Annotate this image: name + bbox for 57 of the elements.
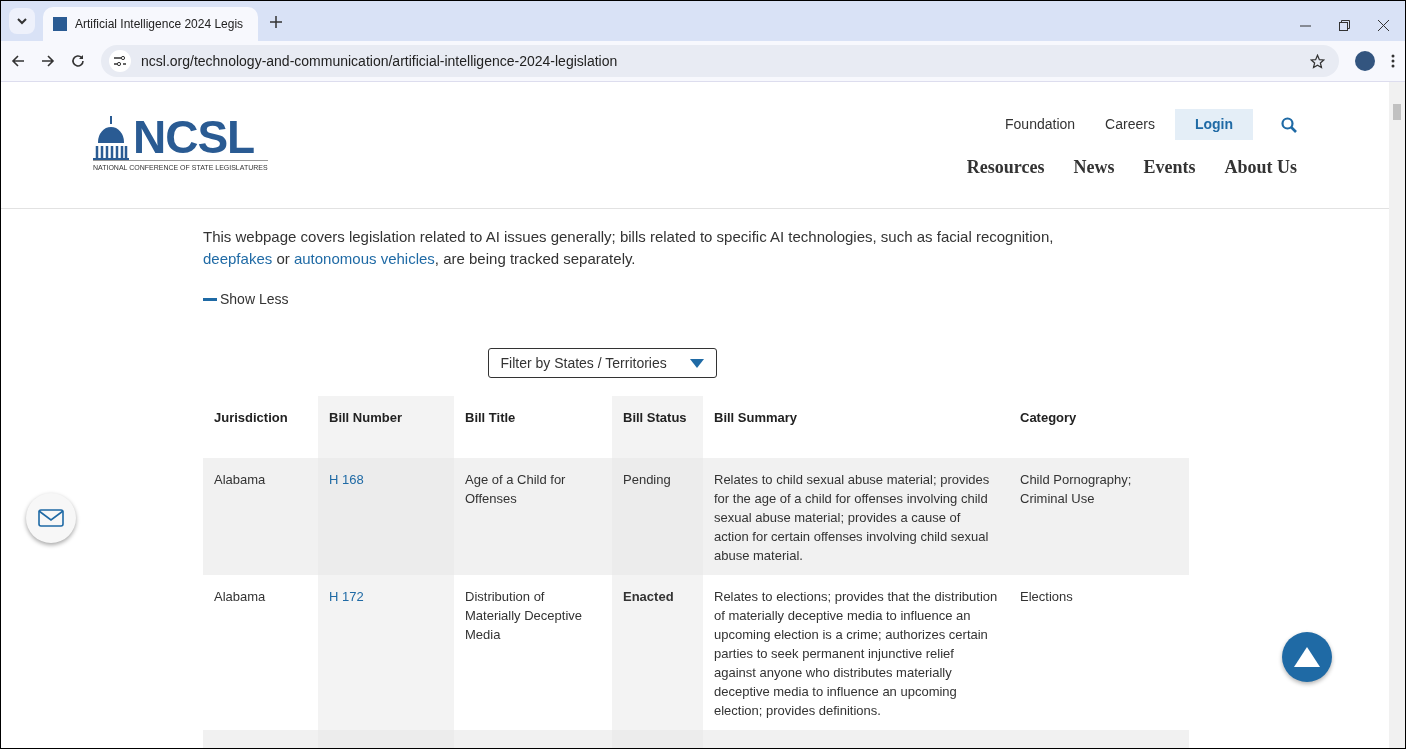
minus-icon (203, 298, 217, 301)
table-cell-text: Relates to child sexual abuse material; provides for the age of a child for offenses involving child sexual abuse material; provides a cause of action for certain offenses involving child sexual abuse material. (714, 472, 990, 563)
reload-icon[interactable] (71, 54, 85, 68)
profile-avatar-icon[interactable] (1355, 51, 1375, 71)
envelope-icon (38, 509, 64, 527)
new-tab-icon[interactable] (270, 16, 282, 28)
table-cell-text: Elections (1020, 589, 1073, 604)
triangle-up-icon (1294, 647, 1320, 667)
address-bar[interactable]: ncsl.org/technology-and-communication/artificial-intelligence-2024-legislation (101, 45, 1339, 77)
scroll-thumb[interactable] (1393, 104, 1401, 120)
back-arrow-icon[interactable] (11, 54, 25, 68)
dropdown-arrow-icon (689, 358, 704, 368)
table-cell-text: Alabama (214, 589, 266, 604)
forward-arrow-icon[interactable] (41, 54, 55, 68)
back-to-top-button[interactable] (1282, 632, 1332, 682)
table-cell-text: Distribution of Materially Deceptive Media (465, 589, 583, 642)
status-text: Enacted (623, 589, 674, 604)
tab-title: Artificial Intelligence 2024 Legis (75, 16, 244, 33)
filter-dropdown[interactable]: Filter by States / Territories (487, 348, 717, 378)
site-favicon-icon (53, 17, 67, 31)
utility-link[interactable]: Login (1174, 109, 1253, 140)
column-header: Category (1009, 396, 1189, 458)
status-text: Pending (623, 472, 671, 487)
intro-link[interactable]: deepfakes (203, 250, 273, 267)
bill-link[interactable]: H 172 (329, 589, 364, 604)
nav-link[interactable]: Resources (966, 154, 1045, 181)
nav-link[interactable]: About Us (1224, 154, 1297, 181)
capitol-dome-icon (93, 116, 129, 160)
utility-link[interactable]: Foundation (995, 109, 1086, 140)
show-less-toggle[interactable]: Show Less (203, 289, 289, 310)
table-cell-text: Alabama (214, 472, 266, 487)
nav-link[interactable]: Events (1143, 154, 1196, 181)
table-cell-text: Child Pornography; Criminal Use (1020, 472, 1132, 506)
email-button[interactable] (26, 493, 76, 543)
restore-icon[interactable] (1339, 20, 1350, 31)
caret-icon (17, 17, 27, 25)
star-icon[interactable] (1310, 53, 1325, 69)
column-header: Jurisdiction (203, 396, 318, 458)
logo-wordmark[interactable]: NCSL (133, 114, 255, 160)
bill-link[interactable]: H 168 (329, 472, 364, 487)
intro-paragraph: This webpage covers legislation related to AI issues generally; bills related to specific AI technologies, such as facial recognition, deepfakes or autonomous vehicles, are being tracked separately. (203, 227, 1055, 269)
table-cell-text: Relates to elections; provides that the distribution of materially deceptive media to influence an upcoming election is a crime; authorizes certain parties to seek permanent injunctive relief against anyone who distributes materially deceptive media to influence an upcoming election; provides definitions. (714, 589, 998, 718)
url-text: ncsl.org/technology-and-communication/artificial-intelligence-2024-legislation (141, 51, 618, 71)
site-settings-icon[interactable] (114, 56, 126, 66)
tab-search-button[interactable] (9, 8, 35, 34)
column-header: Bill Status (612, 396, 703, 458)
column-header: Bill Title (454, 396, 612, 458)
column-header: Bill Number (318, 396, 454, 458)
browser-tab[interactable]: Artificial Intelligence 2024 Legis (43, 7, 258, 41)
table-cell-text: Age of a Child for Offenses (465, 472, 566, 506)
intro-link[interactable]: autonomous vehicles (293, 250, 435, 267)
column-header: Bill Summary (703, 396, 1009, 458)
close-icon[interactable] (1378, 20, 1389, 31)
more-options-icon[interactable] (1391, 54, 1395, 68)
utility-link[interactable]: Careers (1095, 109, 1165, 140)
nav-link[interactable]: News (1073, 154, 1115, 181)
search-icon[interactable] (1281, 116, 1297, 133)
